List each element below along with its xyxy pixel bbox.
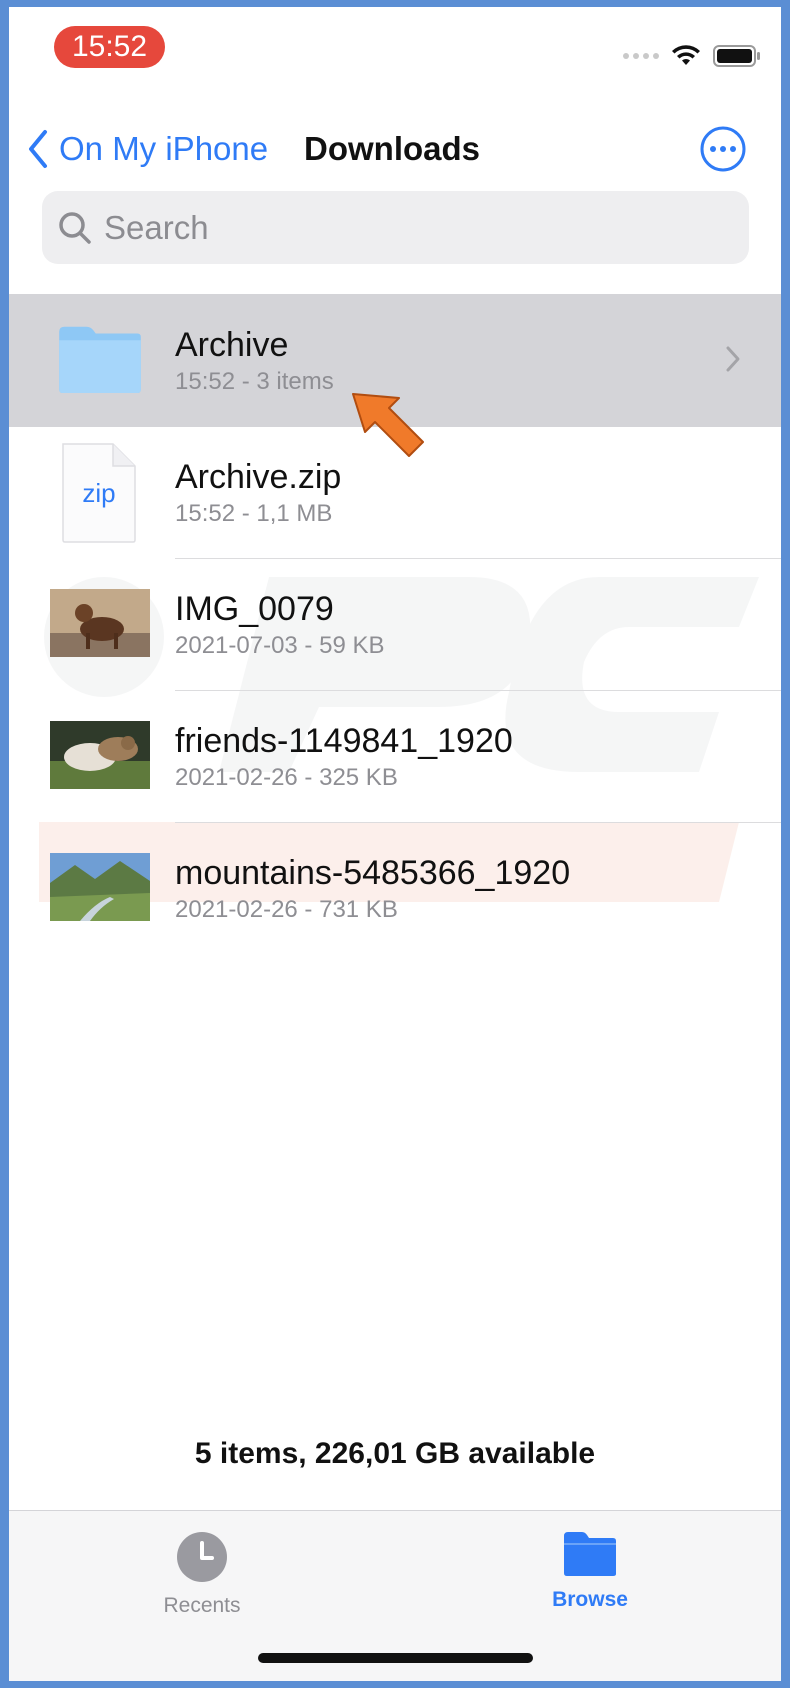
photo-thumbnail-dog bbox=[50, 589, 150, 657]
photo-thumbnail-cat-dog bbox=[50, 721, 150, 789]
chevron-left-icon bbox=[29, 130, 47, 168]
folder-icon bbox=[564, 1532, 616, 1576]
back-button[interactable]: On My iPhone bbox=[27, 125, 268, 173]
search-placeholder: Search bbox=[104, 208, 209, 246]
status-indicators bbox=[623, 43, 761, 69]
file-meta: 2021-07-03 - 59 KB bbox=[175, 632, 385, 659]
pointer-arrow-annotation bbox=[352, 393, 424, 457]
file-meta: 2021-02-26 - 731 KB bbox=[175, 896, 398, 923]
file-name: Archive bbox=[175, 326, 289, 364]
file-meta: 15:52 - 1,1 MB bbox=[175, 500, 333, 527]
home-indicator bbox=[258, 1653, 533, 1663]
search-icon bbox=[59, 211, 91, 244]
folder-icon bbox=[59, 326, 141, 393]
file-meta: 15:52 - 3 items bbox=[175, 368, 334, 395]
file-name: Archive.zip bbox=[175, 458, 342, 496]
tab-recents[interactable]: Recents bbox=[122, 1531, 282, 1618]
file-name: mountains-5485366_1920 bbox=[175, 854, 571, 892]
file-meta: 2021-02-26 - 325 KB bbox=[175, 764, 398, 791]
more-options-button[interactable] bbox=[700, 126, 746, 172]
cellular-signal-icon bbox=[623, 53, 659, 59]
tab-bar: Recents Browse bbox=[9, 1510, 781, 1681]
page-title: Downloads bbox=[304, 130, 481, 167]
clock-icon bbox=[177, 1532, 227, 1582]
chevron-right-icon bbox=[726, 346, 740, 372]
tab-browse[interactable]: Browse bbox=[510, 1531, 670, 1612]
list-item-mountains[interactable]: mountains-5485366_1920 2021-02-26 - 731 … bbox=[9, 823, 781, 955]
back-label: On My iPhone bbox=[59, 130, 269, 167]
file-name: friends-1149841_1920 bbox=[175, 722, 513, 760]
zip-icon-label: zip bbox=[82, 478, 115, 508]
navigation-bar: On My iPhone Downloads bbox=[9, 117, 781, 181]
phone-screen: 15:52 On My iPhone Downloads Search Arch… bbox=[9, 7, 781, 1681]
status-time: 15:52 bbox=[54, 26, 165, 68]
photo-thumbnail-mountains bbox=[50, 853, 150, 921]
list-item-img-0079[interactable]: IMG_0079 2021-07-03 - 59 KB bbox=[9, 559, 781, 691]
file-name: IMG_0079 bbox=[175, 590, 334, 628]
tab-label: Browse bbox=[552, 1588, 628, 1611]
wifi-icon bbox=[672, 45, 700, 65]
battery-icon bbox=[713, 45, 760, 67]
search-field[interactable]: Search bbox=[42, 191, 749, 264]
tab-label: Recents bbox=[163, 1594, 241, 1617]
storage-status: 5 items, 226,01 GB available bbox=[194, 1437, 596, 1470]
zip-file-icon: zip bbox=[62, 443, 136, 543]
list-item-friends[interactable]: friends-1149841_1920 2021-02-26 - 325 KB bbox=[9, 691, 781, 823]
